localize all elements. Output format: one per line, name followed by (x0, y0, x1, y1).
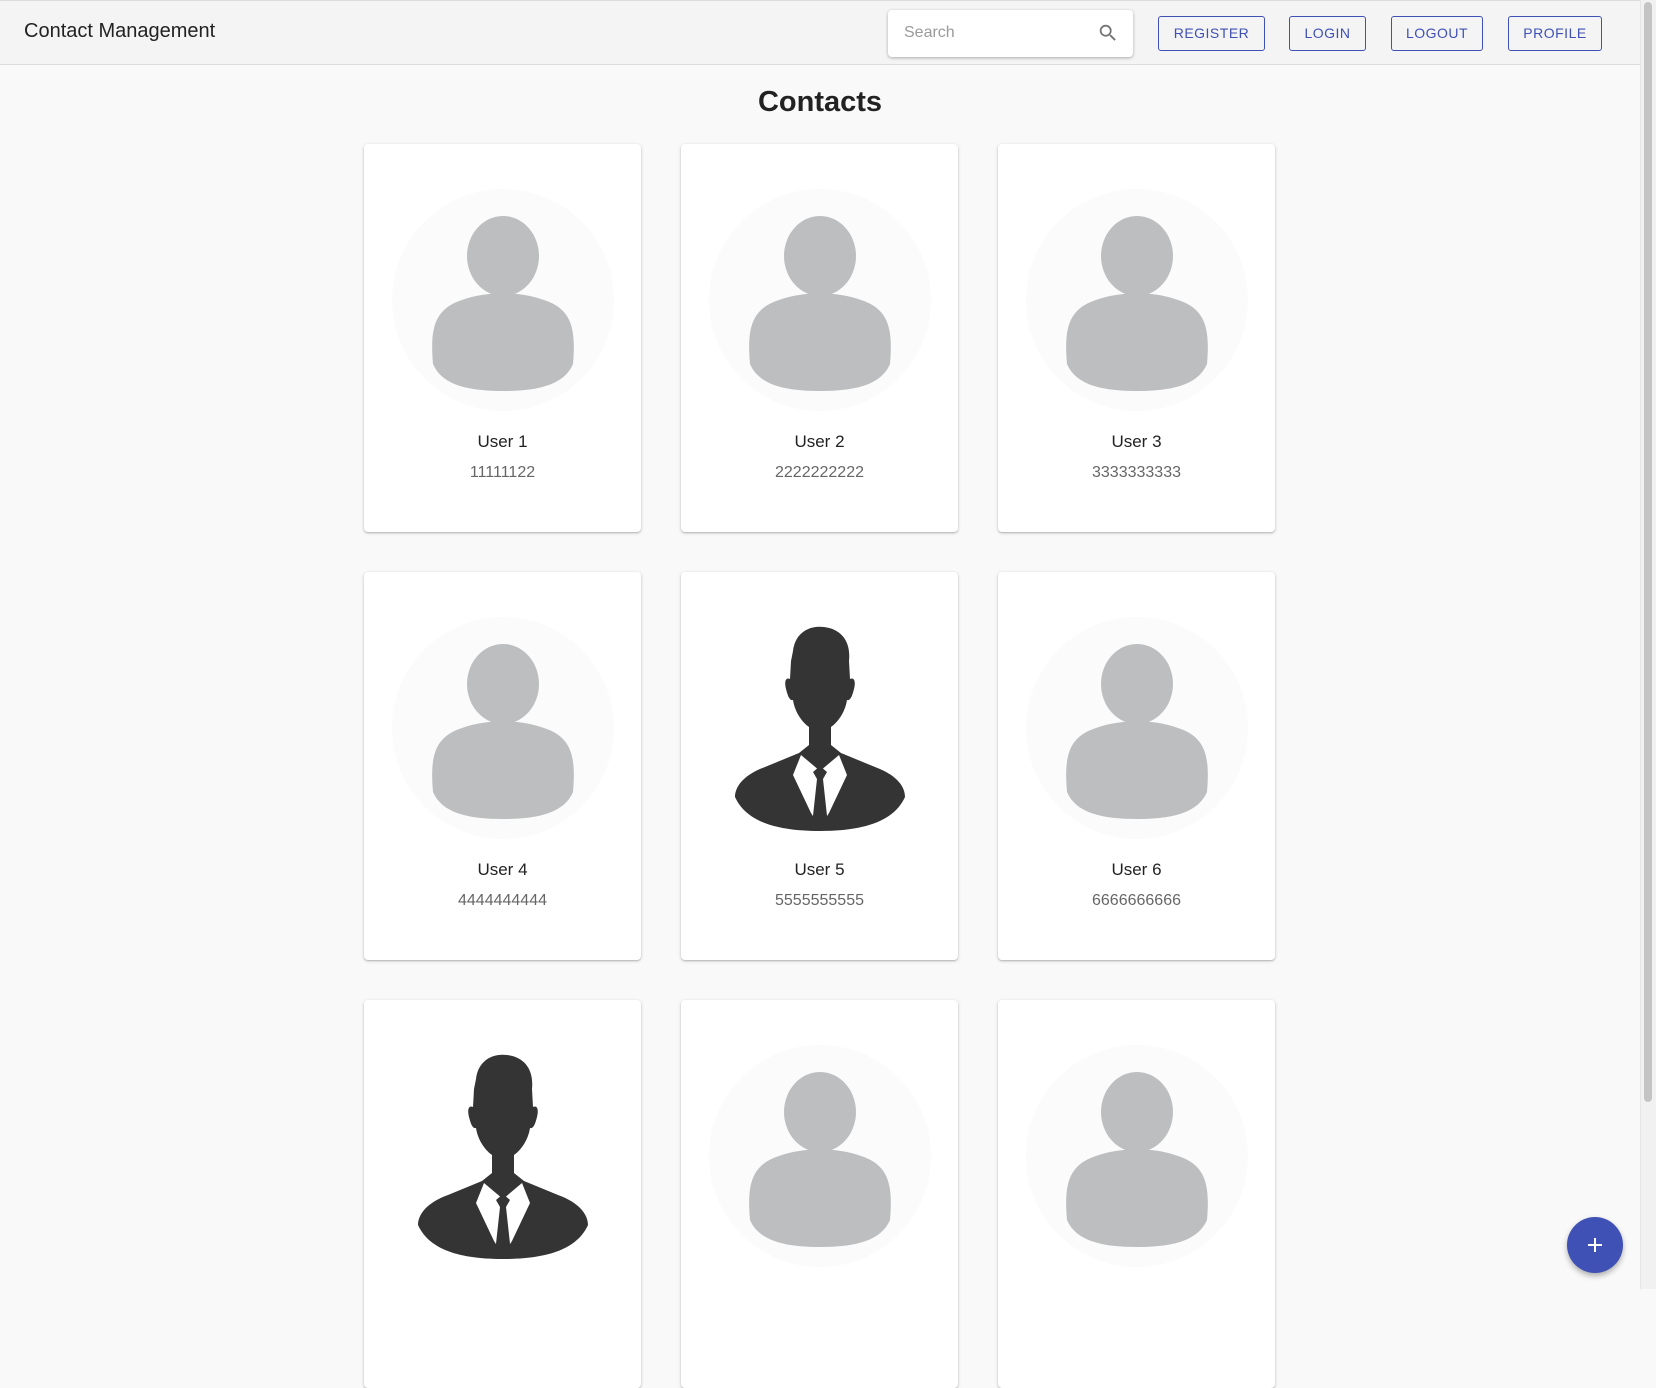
contact-phone: 5555555555 (775, 892, 864, 909)
contact-phone: 2222222222 (775, 464, 864, 481)
businessman-avatar-icon (709, 617, 931, 839)
vertical-scrollbar[interactable] (1640, 0, 1656, 1289)
search-icon[interactable] (1097, 22, 1119, 44)
profile-button[interactable]: PROFILE (1508, 16, 1602, 51)
default-avatar-icon (392, 189, 614, 411)
search-box[interactable] (888, 10, 1133, 57)
page-title: Contacts (757, 86, 883, 118)
default-avatar-icon (1026, 617, 1248, 839)
contact-card[interactable]: User 6 6666666666 (998, 572, 1275, 960)
contact-card[interactable]: User 4 4444444444 (364, 572, 641, 960)
contact-card[interactable]: User 5 5555555555 (681, 572, 958, 960)
logout-button[interactable]: LOGOUT (1391, 16, 1483, 51)
register-button[interactable]: REGISTER (1158, 16, 1265, 51)
search-input[interactable] (904, 21, 1084, 45)
default-avatar-icon (1026, 189, 1248, 411)
default-avatar-icon (709, 189, 931, 411)
app-title: Contact Management (24, 20, 216, 42)
contact-name: User 3 (1111, 432, 1162, 451)
login-button[interactable]: LOGIN (1289, 16, 1366, 51)
contact-card[interactable] (998, 1000, 1275, 1388)
contact-phone: 3333333333 (1092, 464, 1181, 481)
contact-card[interactable]: User 1 11111122 (364, 144, 641, 532)
contact-phone: 11111122 (469, 464, 536, 481)
contact-card[interactable] (364, 1000, 641, 1388)
default-avatar-icon (392, 617, 614, 839)
default-avatar-icon (709, 1045, 931, 1267)
app-bar: Contact Management REGISTER LOGIN LOGOUT… (0, 0, 1640, 65)
businessman-avatar-icon (392, 1045, 614, 1267)
plus-icon (1588, 1238, 1602, 1252)
scrollbar-thumb[interactable] (1644, 2, 1652, 1102)
default-avatar-icon (1026, 1045, 1248, 1267)
contact-name: User 1 (477, 432, 528, 451)
contact-card[interactable]: User 3 3333333333 (998, 144, 1275, 532)
contact-phone: 6666666666 (1092, 892, 1181, 909)
add-contact-button[interactable] (1567, 1217, 1623, 1273)
contact-name: User 2 (794, 432, 845, 451)
contact-card[interactable]: User 2 2222222222 (681, 144, 958, 532)
contact-card[interactable] (681, 1000, 958, 1388)
contact-name: User 6 (1111, 860, 1162, 879)
contact-phone: 4444444444 (458, 892, 547, 909)
contact-name: User 5 (794, 860, 845, 879)
contact-name: User 4 (477, 860, 528, 879)
